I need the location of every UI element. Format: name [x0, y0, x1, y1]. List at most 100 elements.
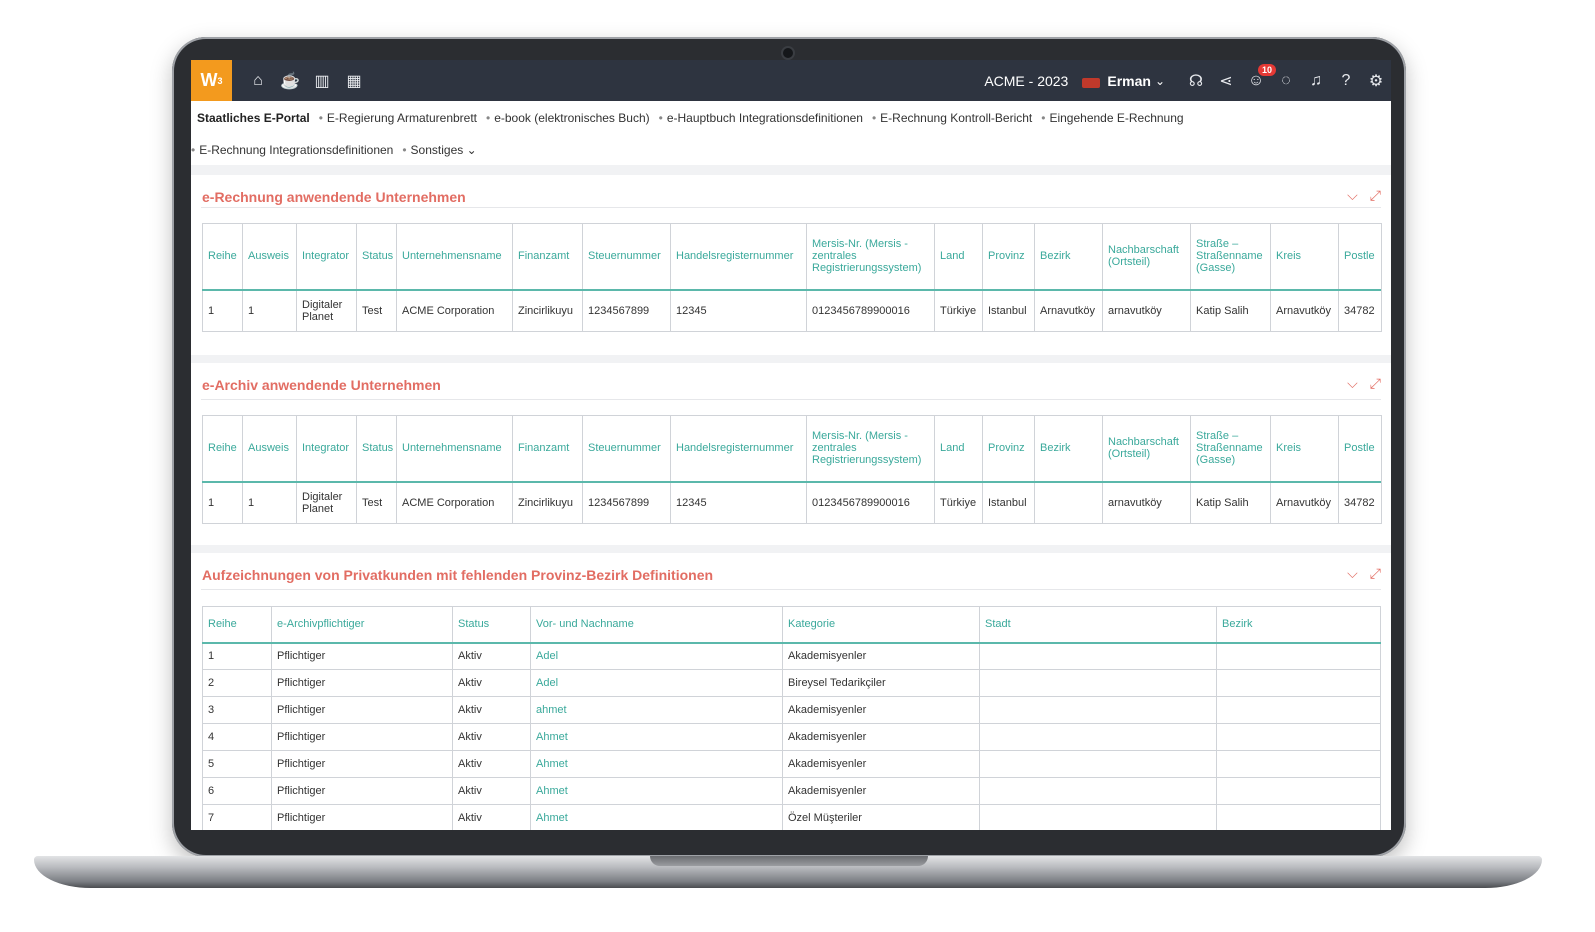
collapse-icon[interactable]: ⌵	[1347, 375, 1358, 392]
column-header[interactable]: Straße – Straßenname (Gasse)	[1190, 223, 1271, 291]
column-header[interactable]: Integrator	[296, 415, 357, 483]
column-header[interactable]: Nachbarschaft (Ortsteil)	[1102, 415, 1191, 483]
tab-item[interactable]: Staatliches E-Portal	[197, 111, 310, 125]
tab-label: e-book (elektronisches Buch)	[494, 111, 650, 125]
column-header[interactable]: Reihe	[202, 223, 243, 291]
column-header[interactable]: Postle	[1338, 223, 1381, 291]
column-header[interactable]: Vor- und Nachname	[530, 606, 783, 644]
chevron-down-icon[interactable]: ⌄	[1155, 74, 1165, 88]
column-header[interactable]: Finanzamt	[512, 223, 583, 291]
table-row[interactable]: 7 Pflichtiger Aktiv Ahmet Özel Müşteriler	[202, 804, 1381, 830]
table-cell: 34782	[1338, 289, 1381, 332]
customer-name-link[interactable]: Ahmet	[530, 777, 783, 805]
column-header[interactable]: Kategorie	[782, 606, 980, 644]
column-header[interactable]: Bezirk	[1216, 606, 1381, 644]
customer-name-link[interactable]: Ahmet	[530, 723, 783, 751]
table-cell: Özel Müşteriler	[782, 804, 980, 830]
column-header[interactable]: Mersis-Nr. (Mersis - zentrales Registrie…	[806, 223, 935, 291]
app-logo[interactable]: W3	[191, 60, 232, 101]
column-header[interactable]: Handelsregisternummer	[670, 223, 807, 291]
column-header[interactable]: e-Archivpflichtiger	[271, 606, 453, 644]
column-header[interactable]: Kreis	[1270, 223, 1339, 291]
column-header[interactable]: Kreis	[1270, 415, 1339, 483]
table-row[interactable]: 3 Pflichtiger Aktiv ahmet Akademisyenler	[202, 696, 1381, 724]
collapse-icon[interactable]: ⌵	[1347, 565, 1358, 582]
column-header[interactable]: Reihe	[202, 415, 243, 483]
bell-icon[interactable]: ♫	[1301, 72, 1331, 90]
column-header[interactable]: Bezirk	[1034, 415, 1103, 483]
tab-item[interactable]: • Eingehende E-Rechnung	[1041, 111, 1183, 125]
table-cell	[979, 723, 1217, 751]
column-header[interactable]: Status	[356, 415, 397, 483]
column-header[interactable]: Unternehmensname	[396, 415, 513, 483]
table-row[interactable]: 1 1 Digitaler Planet Test ACME Corporation Zi…	[202, 289, 1381, 332]
column-header[interactable]: Provinz	[982, 223, 1035, 291]
table-cell: Arnavutköy	[1270, 289, 1339, 332]
coffee-icon[interactable]: ☕	[274, 71, 306, 91]
expand-icon[interactable]: ⤢	[1370, 375, 1381, 392]
tab-item[interactable]: • E-Rechnung Kontroll-Bericht	[872, 111, 1032, 125]
user-menu[interactable]: Erman	[1107, 73, 1151, 89]
help-icon[interactable]: ?	[1331, 72, 1361, 90]
chart-icon[interactable]: ▥	[306, 71, 338, 91]
tab-item[interactable]: • e-Hauptbuch Integrationsdefinitionen	[659, 111, 863, 125]
column-header[interactable]: Status	[452, 606, 531, 644]
table-row[interactable]: 5 Pflichtiger Aktiv Ahmet Akademisyenler	[202, 750, 1381, 778]
customer-name-link[interactable]: Adel	[530, 642, 783, 670]
table-cell: Akademisyenler	[782, 696, 980, 724]
table-row[interactable]: 6 Pflichtiger Aktiv Ahmet Akademisyenler	[202, 777, 1381, 805]
column-header[interactable]: Stadt	[979, 606, 1217, 644]
column-header[interactable]: Mersis-Nr. (Mersis - zentrales Registrie…	[806, 415, 935, 483]
company-selector[interactable]: ACME - 2023	[984, 73, 1068, 89]
smiley-icon[interactable]: ☺ 10	[1241, 63, 1277, 90]
home-icon[interactable]: ⌂	[242, 72, 274, 90]
column-header[interactable]: Land	[934, 415, 983, 483]
table-row[interactable]: 1 1 Digitaler Planet Test ACME Corporation Zi…	[202, 481, 1381, 524]
table-cell	[979, 750, 1217, 778]
column-header[interactable]: Provinz	[982, 415, 1035, 483]
customer-name-link[interactable]: Adel	[530, 669, 783, 697]
share-icon[interactable]: ⋖	[1211, 71, 1241, 91]
table-row[interactable]: 1 Pflichtiger Aktiv Adel Akademisyenler	[202, 642, 1381, 670]
table-cell: 12345	[670, 289, 807, 332]
column-header[interactable]: Bezirk	[1034, 223, 1103, 291]
column-header[interactable]: Postle	[1338, 415, 1381, 483]
column-header[interactable]: Ausweis	[242, 223, 297, 291]
table-cell: 3	[202, 696, 272, 724]
table-cell: 1	[242, 481, 297, 524]
customer-name-link[interactable]: ahmet	[530, 696, 783, 724]
table-cell: arnavutköy	[1102, 481, 1191, 524]
column-header[interactable]: Steuernummer	[582, 415, 671, 483]
table-row[interactable]: 2 Pflichtiger Aktiv Adel Bireysel Tedarikçil…	[202, 669, 1381, 697]
expand-icon[interactable]: ⤢	[1370, 187, 1381, 204]
tab-item[interactable]: • E-Rechnung Integrationsdefinitionen	[191, 143, 393, 157]
table-row[interactable]: 4 Pflichtiger Aktiv Ahmet Akademisyenler	[202, 723, 1381, 751]
gear-icon[interactable]: ⚙	[1361, 71, 1391, 91]
customer-name-link[interactable]: Ahmet	[530, 804, 783, 830]
customer-name-link[interactable]: Ahmet	[530, 750, 783, 778]
collapse-icon[interactable]: ⌵	[1347, 187, 1358, 204]
top-bar: W3 ⌂ ☕ ▥ ▦ ACME - 2023 Erman ⌄ ☊ ⋖ ☺ 10 ◌…	[191, 60, 1391, 101]
expand-icon[interactable]: ⤢	[1370, 565, 1381, 582]
column-header[interactable]: Integrator	[296, 223, 357, 291]
column-header[interactable]: Status	[356, 223, 397, 291]
column-header[interactable]: Land	[934, 223, 983, 291]
tab-item[interactable]: • Sonstiges ⌄	[402, 143, 476, 157]
calendar-icon[interactable]: ▦	[338, 71, 370, 91]
column-header[interactable]: Straße – Straßenname (Gasse)	[1190, 415, 1271, 483]
column-header[interactable]: Handelsregisternummer	[670, 415, 807, 483]
column-header[interactable]: Finanzamt	[512, 415, 583, 483]
table-cell: ACME Corporation	[396, 289, 513, 332]
tab-label: Sonstiges ⌄	[410, 143, 477, 157]
column-header[interactable]: Nachbarschaft (Ortsteil)	[1102, 223, 1191, 291]
column-header[interactable]: Ausweis	[242, 415, 297, 483]
laptop-notch	[650, 856, 928, 866]
table-cell: Arnavutköy	[1034, 289, 1103, 332]
headset-icon[interactable]: ☊	[1181, 71, 1211, 91]
column-header[interactable]: Reihe	[202, 606, 272, 644]
tab-item[interactable]: • e-book (elektronisches Buch)	[486, 111, 650, 125]
column-header[interactable]: Unternehmensname	[396, 223, 513, 291]
tab-item[interactable]: • E-Regierung Armaturenbrett	[319, 111, 477, 125]
chat-icon[interactable]: ◌	[1271, 72, 1301, 90]
column-header[interactable]: Steuernummer	[582, 223, 671, 291]
